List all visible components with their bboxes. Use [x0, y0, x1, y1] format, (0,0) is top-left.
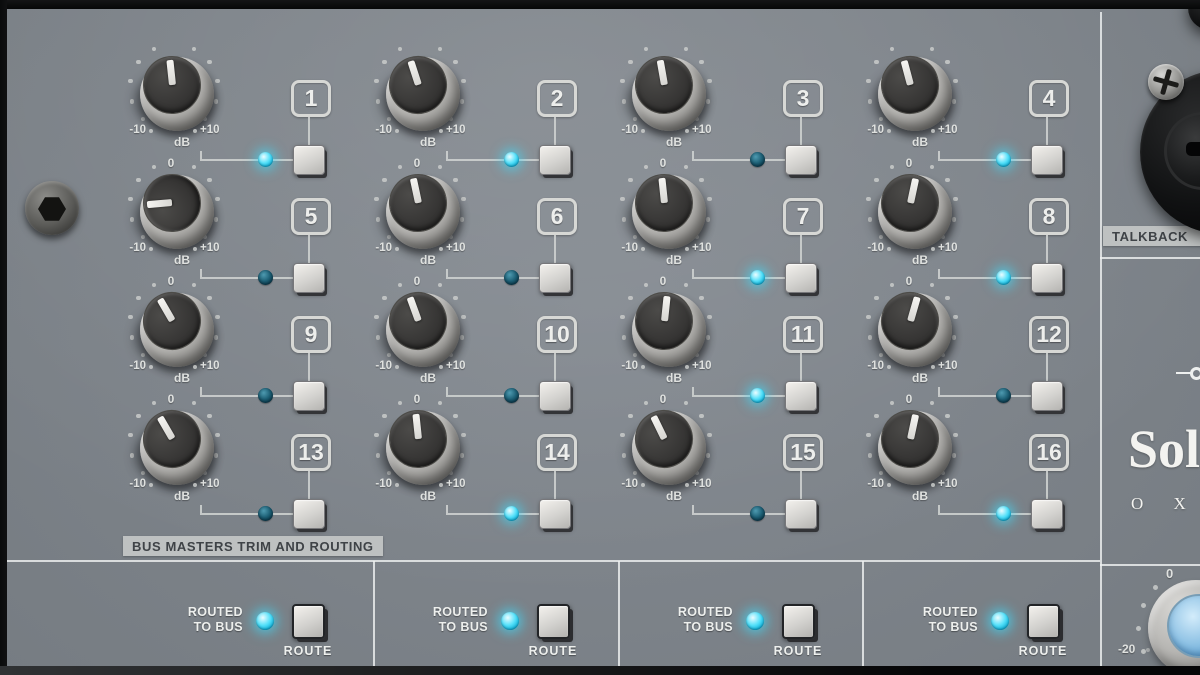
routed-to-bus-led: [991, 612, 1009, 630]
route-button[interactable]: [292, 604, 325, 639]
route-sections: ROUTEDTO BUS ROUTE ROUTEDTO BUS ROUTE ROUTED…: [0, 0, 1200, 675]
routed-to-bus-led: [746, 612, 764, 630]
routed-to-bus-label: ROUTEDTO BUS: [148, 605, 243, 635]
route-button-label: ROUTE: [258, 644, 358, 659]
panel-left-edge: [0, 0, 7, 675]
panel-top-edge: [0, 0, 1200, 9]
routed-to-bus-label: ROUTEDTO BUS: [883, 605, 978, 635]
brand-logo-text: Sol: [1128, 418, 1200, 480]
console-panel: -10dB+101-10dB+102-10dB+103-10dB+1040-10…: [0, 0, 1200, 675]
right-knob-tick: [1153, 585, 1158, 590]
route-button[interactable]: [782, 604, 815, 639]
right-knob-tick: [1141, 603, 1146, 608]
route-button-label: ROUTE: [503, 644, 603, 659]
talkback-tag: TALKBACK: [1103, 226, 1200, 246]
routed-to-bus-label: ROUTEDTO BUS: [638, 605, 733, 635]
routed-to-bus-led: [256, 612, 274, 630]
philips-screw: [1148, 64, 1184, 100]
xlr-latch-slot: [1186, 142, 1200, 156]
routed-to-bus-label: ROUTEDTO BUS: [393, 605, 488, 635]
panel-bottom-edge: [0, 666, 1200, 675]
talkback-mic-ring-icon: [1190, 367, 1200, 380]
right-knob-zero-label: 0: [1166, 566, 1173, 581]
right-knob-tick: [1136, 626, 1141, 631]
brand-sub-text: O X: [1131, 494, 1199, 514]
right-knob-tick: [1146, 648, 1150, 652]
route-button-label: ROUTE: [993, 644, 1093, 659]
route-button[interactable]: [1027, 604, 1060, 639]
route-button-label: ROUTE: [748, 644, 848, 659]
routed-to-bus-led: [501, 612, 519, 630]
route-button[interactable]: [537, 604, 570, 639]
right-knob-min-label: -20: [1118, 642, 1135, 656]
